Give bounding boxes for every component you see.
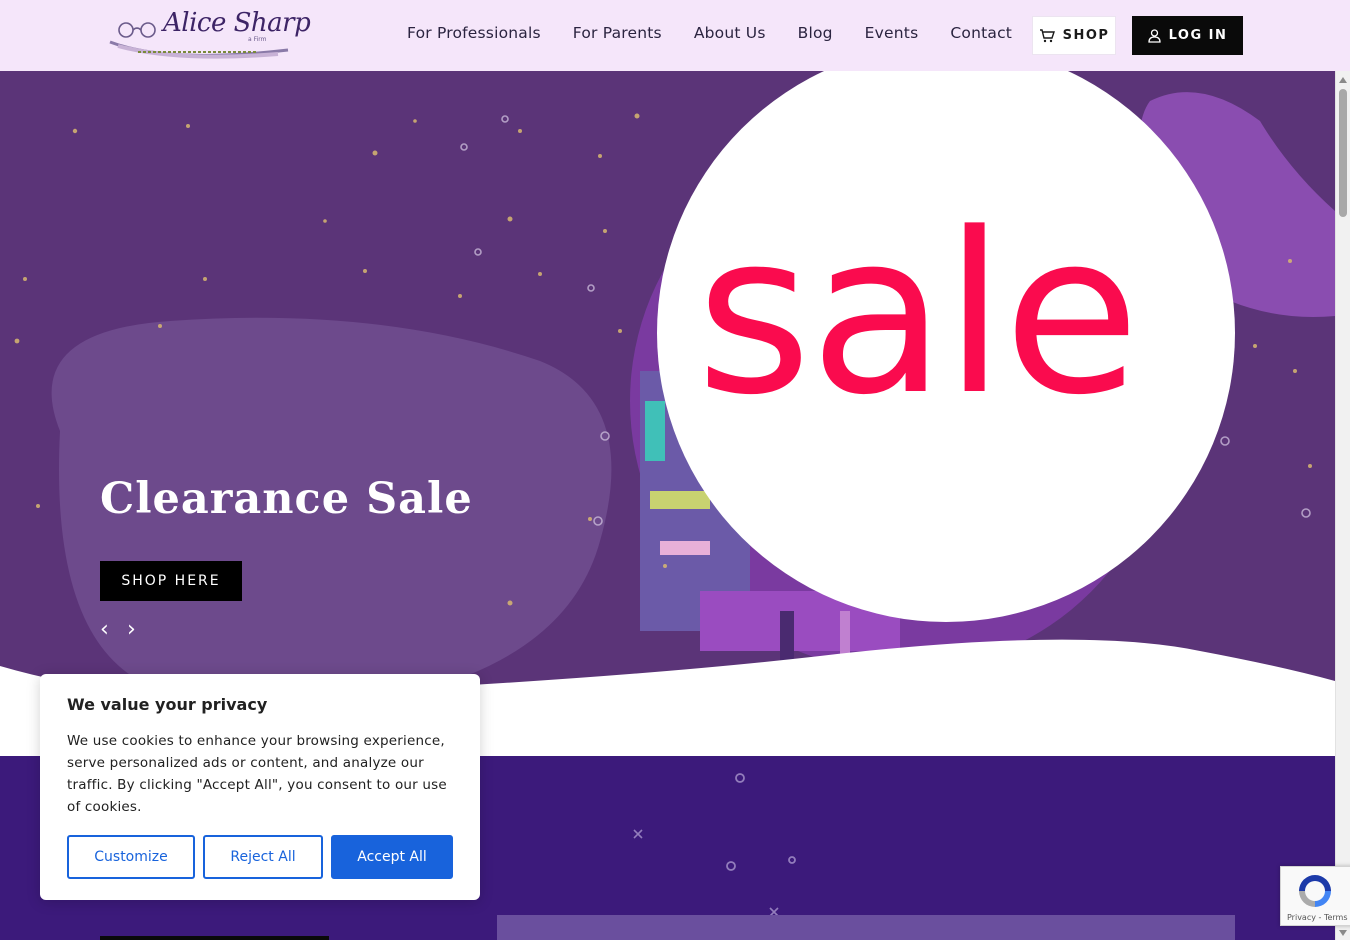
nav-for-parents[interactable]: For Parents [573,24,662,42]
cookie-title: We value your privacy [67,695,268,714]
section-button-edge[interactable] [100,936,329,940]
recaptcha-badge[interactable]: Privacy - Terms [1280,866,1350,926]
main-nav: For Professionals For Parents About Us B… [407,24,1012,42]
nav-blog[interactable]: Blog [798,24,833,42]
user-icon [1147,28,1161,43]
hero-title: Clearance Sale [100,474,473,524]
logo-tagline: a Firm [248,36,267,43]
nav-events[interactable]: Events [865,24,919,42]
hero-slider: sale Clearance Sale SHOP HERE ‹ › [0,71,1335,756]
login-button-label: LOG IN [1168,28,1228,43]
shop-button[interactable]: SHOP [1032,16,1116,55]
nav-contact[interactable]: Contact [950,24,1012,42]
slider-next-arrow[interactable]: › [127,619,143,641]
slider-prev-arrow[interactable]: ‹ [100,619,116,641]
shop-here-button[interactable]: SHOP HERE [100,561,242,601]
logo-text: Alice Sharp [163,8,311,38]
site-header: Alice Sharp a Firm For Professionals For… [0,0,1350,71]
cookie-body: We use cookies to enhance your browsing … [67,733,447,815]
scroll-thumb[interactable] [1339,89,1347,217]
sale-badge-text: sale [696,186,1140,444]
nav-for-professionals[interactable]: For Professionals [407,24,541,42]
login-button[interactable]: LOG IN [1132,16,1243,55]
cookie-consent-banner: We value your privacy We use cookies to … [40,674,480,900]
cookie-reject-button[interactable]: Reject All [203,835,323,879]
recaptcha-icon [1299,875,1331,907]
page-scrollbar[interactable] [1335,71,1350,940]
shop-button-label: SHOP [1062,28,1110,43]
site-logo[interactable]: Alice Sharp a Firm [108,6,311,60]
cookie-accept-button[interactable]: Accept All [331,835,453,879]
nav-about-us[interactable]: About Us [694,24,766,42]
recaptcha-links[interactable]: Privacy - Terms [1287,913,1348,922]
cart-icon [1039,28,1055,42]
scroll-down-icon[interactable] [1339,930,1347,936]
section-card [497,915,1235,940]
cookie-customize-button[interactable]: Customize [67,835,195,879]
scroll-up-icon[interactable] [1339,77,1347,83]
